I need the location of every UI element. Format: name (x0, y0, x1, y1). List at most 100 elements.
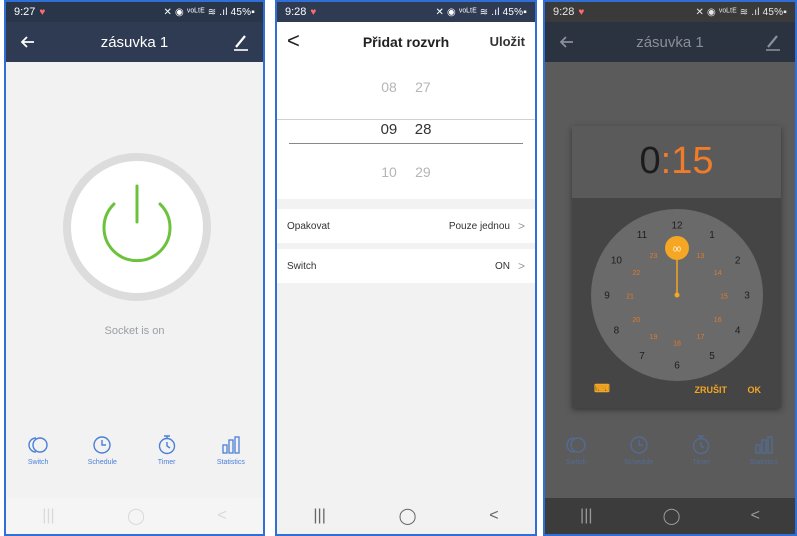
stopwatch-icon (158, 435, 175, 455)
clock-number-15[interactable]: 15 (720, 294, 728, 301)
tab-statistics: Statistics (736, 434, 792, 474)
clock-number-1[interactable]: 1 (709, 230, 715, 241)
function-tabs: Switch Schedule Timer Statistics (6, 434, 263, 474)
page-title: Přidat rozvrh (362, 34, 450, 50)
stopwatch-icon (693, 435, 710, 455)
tab-timer[interactable]: Timer (139, 434, 195, 474)
keyboard-icon[interactable]: ⌨ (594, 382, 610, 395)
clock-center-dot (674, 292, 680, 298)
tab-schedule-label: Schedule (87, 459, 117, 466)
picker-hour: 09 (380, 121, 398, 138)
status-bar: 9:27 ♥ ✕ ◉ ᵛᵒᴸᵗᴱ ≋ .ıl 45%▪ (6, 2, 263, 22)
clock-number-19[interactable]: 19 (650, 334, 658, 341)
bar-chart-icon (222, 436, 240, 454)
tab-switch: Switch (548, 434, 604, 474)
switch-icon (28, 437, 48, 453)
function-tabs-dimmed: Switch Schedule Timer Statistics (545, 434, 795, 474)
switch-icon (566, 437, 586, 453)
status-icons: ✕ ◉ ᵛᵒᴸᵗᴱ ≋ .ıl 45%▪ (435, 6, 527, 18)
home-button[interactable]: ◯ (663, 506, 681, 526)
tab-statistics-label: Statistics (749, 459, 778, 466)
home-button[interactable]: ◯ (399, 506, 417, 526)
recents-button[interactable]: ||| (313, 507, 325, 525)
back-button[interactable]: < (217, 507, 226, 525)
recents-button[interactable]: ||| (42, 507, 54, 525)
edit-pencil-icon[interactable] (763, 32, 783, 52)
picker-hour: 10 (381, 164, 397, 180)
switch-value: ON (494, 260, 510, 272)
back-arrow-icon[interactable] (18, 32, 38, 52)
clock-number-20[interactable]: 20 (632, 317, 640, 324)
clock-number-11[interactable]: 11 (637, 230, 648, 241)
repeat-label: Opakovat (287, 220, 330, 232)
status-bar: 9:28 ♥ ✕ ◉ ᵛᵒᴸᵗᴱ ≋ .ıl 45%▪ (277, 2, 535, 22)
heart-icon: ♥ (310, 6, 317, 18)
back-chevron-icon[interactable]: < (287, 28, 300, 54)
dialog-actions: ⌨ ZRUŠIT OK (572, 382, 781, 400)
app-header: zásuvka 1 (545, 22, 795, 62)
status-time: 9:28 (285, 6, 307, 18)
clock-number-3[interactable]: 3 (744, 291, 750, 302)
clock-number-6[interactable]: 6 (674, 361, 680, 372)
picker-hour: 08 (381, 79, 397, 95)
tab-timer: Timer (673, 434, 729, 474)
selected-time-display: 0:15 (572, 126, 781, 198)
hour-display[interactable]: 0 (640, 140, 661, 182)
tab-timer-label: Timer (157, 459, 176, 466)
clock-number-00[interactable]: 00 (673, 247, 681, 254)
system-nav-bar: ||| ◯ < (277, 498, 535, 534)
home-button[interactable]: ◯ (127, 506, 145, 526)
clock-number-4[interactable]: 4 (735, 326, 741, 337)
repeat-value: Pouze jednou (448, 220, 510, 232)
clock-number-5[interactable]: 5 (709, 351, 715, 362)
clock-number-7[interactable]: 7 (639, 351, 645, 362)
back-arrow-icon[interactable] (557, 32, 577, 52)
clock-number-18[interactable]: 18 (673, 341, 681, 348)
edit-pencil-icon[interactable] (231, 32, 251, 52)
cancel-button[interactable]: ZRUŠIT (695, 385, 728, 395)
tab-schedule[interactable]: Schedule (74, 434, 130, 474)
tab-schedule: Schedule (611, 434, 667, 474)
picker-row-prev[interactable]: 08 27 (277, 79, 535, 103)
clock-number-9[interactable]: 9 (604, 291, 610, 302)
clock-number-21[interactable]: 21 (626, 294, 634, 301)
tab-switch[interactable]: Switch (10, 434, 66, 474)
time-picker[interactable]: 08 27 09 28 10 29 (277, 62, 535, 199)
repeat-row[interactable]: Opakovat Pouze jednou > (277, 209, 535, 243)
clock-dial[interactable]: 121234567891011001314151617181920212223 (590, 208, 764, 382)
picker-row-selected[interactable]: 09 28 (277, 121, 535, 145)
switch-row[interactable]: Switch ON > (277, 249, 535, 283)
picker-minute: 28 (414, 121, 432, 138)
tab-timer-label: Timer (692, 459, 711, 466)
clock-number-16[interactable]: 16 (714, 317, 722, 324)
status-icons: ✕ ◉ ᵛᵒᴸᵗᴱ ≋ .ıl 45%▪ (695, 6, 787, 18)
picker-minute: 29 (415, 164, 431, 180)
back-button[interactable]: < (489, 507, 498, 525)
picker-row-next[interactable]: 10 29 (277, 164, 535, 188)
ok-button[interactable]: OK (748, 385, 762, 395)
clock-number-23[interactable]: 23 (650, 253, 658, 260)
clock-icon (93, 436, 112, 454)
clock-number-14[interactable]: 14 (714, 270, 722, 277)
back-button[interactable]: < (751, 507, 760, 525)
tab-statistics-label: Statistics (216, 459, 245, 466)
clock-number-2[interactable]: 2 (735, 256, 741, 267)
schedule-header: < Přidat rozvrh Uložit (277, 22, 535, 62)
picker-selection-top (277, 119, 535, 120)
clock-number-13[interactable]: 13 (697, 253, 705, 260)
power-toggle-button[interactable] (62, 152, 212, 302)
tab-schedule-label: Schedule (624, 459, 654, 466)
save-button[interactable]: Uložit (490, 34, 525, 49)
clock-number-8[interactable]: 8 (614, 326, 620, 337)
app-header: zásuvka 1 (6, 22, 263, 62)
clock-number-12[interactable]: 12 (671, 221, 683, 232)
chevron-right-icon: > (517, 219, 525, 233)
clock-number-17[interactable]: 17 (697, 334, 705, 341)
tab-statistics[interactable]: Statistics (203, 434, 259, 474)
minute-display[interactable]: 15 (671, 140, 713, 182)
clock-number-22[interactable]: 22 (632, 270, 640, 277)
screen-timer-dialog: 9:28 ♥ ✕ ◉ ᵛᵒᴸᵗᴱ ≋ .ıl 45%▪ zásuvka 1 Sw… (543, 0, 797, 536)
clock-number-10[interactable]: 10 (611, 256, 623, 267)
recents-button[interactable]: ||| (580, 507, 592, 525)
device-title: zásuvka 1 (100, 33, 169, 51)
